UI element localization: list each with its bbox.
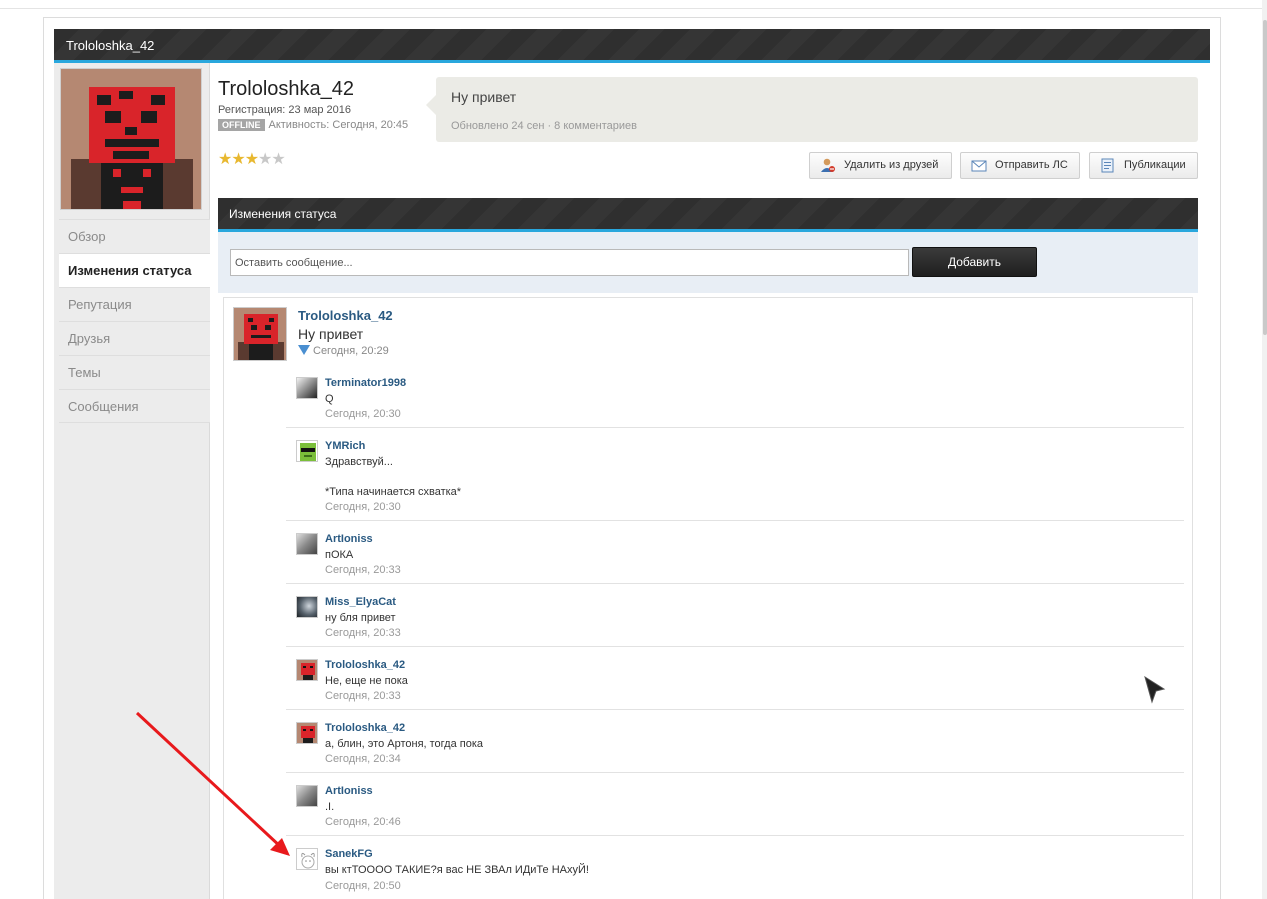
mouse-cursor-icon	[1144, 676, 1166, 704]
comment-author-link[interactable]: Terminator1998	[325, 377, 406, 389]
offline-badge: OFFLINE	[218, 119, 265, 131]
star-icon: ★	[231, 151, 245, 168]
status-feed: Trololoshka_42 Ну привет Сегодня, 20:29 …	[223, 297, 1193, 899]
add-button[interactable]: Добавить	[912, 247, 1037, 277]
profile-avatar	[60, 68, 202, 210]
top-divider	[0, 8, 1267, 9]
comment-avatar[interactable]	[296, 533, 318, 555]
sidebar-item-reputation[interactable]: Репутация	[59, 287, 210, 321]
comment-text: Здравствуй... *Типа начинается схватка*	[325, 456, 462, 498]
comment-text: Не, еще не пока	[325, 675, 408, 687]
comment-time: Сегодня, 20:33	[325, 627, 401, 639]
sidebar-item-overview[interactable]: Обзор	[59, 219, 210, 253]
page-scrollbar-thumb[interactable]	[1263, 20, 1267, 335]
comment-author-link[interactable]: Miss_ElyaCat	[325, 596, 396, 608]
comment-avatar[interactable]	[296, 377, 318, 399]
comment-text: Q	[325, 393, 334, 405]
comment-time: Сегодня, 20:46	[325, 816, 401, 828]
remove-friend-button[interactable]: Удалить из друзей	[809, 152, 952, 179]
user-remove-icon	[821, 158, 835, 172]
status-text: Ну привет	[451, 89, 517, 105]
publications-label: Публикации	[1124, 159, 1186, 171]
current-status: Ну привет Обновлено 24 сен · 8 комментар…	[426, 77, 1198, 142]
remove-friend-label: Удалить из друзей	[844, 159, 939, 171]
rating-stars[interactable]: ★★★★★	[218, 149, 286, 169]
comment-item: ArtIoniss .I. Сегодня, 20:46	[286, 773, 1184, 836]
section-title: Изменения статуса	[229, 207, 337, 221]
status-meta[interactable]: Обновлено 24 сен · 8 комментариев	[451, 120, 637, 132]
activity-line: OFFLINE Активность: Сегодня, 20:45	[218, 119, 408, 131]
star-icon: ★	[244, 151, 259, 168]
comment-list: Terminator1998 Q Сегодня, 20:30 YMRich З…	[286, 365, 1184, 899]
profile-username: Trololoshka_42	[218, 78, 355, 100]
comment-text: ну бля привет	[325, 612, 396, 624]
comment-item: YMRich Здравствуй... *Типа начинается сх…	[286, 428, 1184, 521]
sidebar-item-messages[interactable]: Сообщения	[59, 389, 210, 423]
send-pm-label: Отправить ЛС	[995, 159, 1068, 171]
star-icon: ★	[258, 151, 272, 168]
sidebar-item-topics[interactable]: Темы	[59, 355, 210, 389]
comment-time: Сегодня, 20:50	[325, 880, 401, 892]
comment-avatar[interactable]	[296, 659, 318, 681]
post-timestamp: Сегодня, 20:29	[313, 345, 389, 357]
comment-time: Сегодня, 20:30	[325, 501, 401, 513]
comment-time: Сегодня, 20:30	[325, 408, 401, 420]
comment-text: а, блин, это Артоня, тогда пока	[325, 738, 484, 750]
comment-author-link[interactable]: YMRich	[325, 440, 365, 452]
envelope-icon	[971, 160, 987, 172]
comment-item: Miss_ElyaCat ну бля привет Сегодня, 20:3…	[286, 584, 1184, 647]
message-input[interactable]	[230, 249, 909, 276]
publications-button[interactable]: Публикации	[1089, 152, 1198, 179]
comment-item: ArtIoniss пОКА Сегодня, 20:33	[286, 521, 1184, 584]
comment-author-link[interactable]: Trololoshka_42	[325, 659, 405, 671]
comment-time: Сегодня, 20:33	[325, 690, 401, 702]
comment-time: Сегодня, 20:33	[325, 564, 401, 576]
comment-text: пОКА	[325, 549, 354, 561]
star-icon: ★	[271, 151, 285, 168]
registration-date: Регистрация: 23 мар 2016	[218, 104, 352, 116]
comment-avatar[interactable]	[296, 596, 318, 618]
last-activity: Активность: Сегодня, 20:45	[268, 119, 409, 131]
profile-main: Trololoshka_42 Регистрация: 23 мар 2016 …	[210, 63, 1210, 899]
comment-item: Terminator1998 Q Сегодня, 20:30	[286, 365, 1184, 428]
profile-header-bar: Trololoshka_42	[54, 29, 1210, 63]
sidebar-item-friends[interactable]: Друзья	[59, 321, 210, 355]
post-author-link[interactable]: Trololoshka_42	[298, 308, 393, 323]
comment-text: вы ктТОООО ТАКИЕ?я вас НЕ ЗВАл ИДиТе НАх…	[325, 864, 589, 876]
header-title: Trololoshka_42	[66, 38, 155, 53]
comment-author-link[interactable]: ArtIoniss	[325, 785, 373, 797]
document-icon	[1101, 158, 1114, 173]
post-avatar[interactable]	[233, 307, 287, 361]
post-text: Ну привет	[298, 326, 364, 342]
profile-sidebar: Обзор Изменения статуса Репутация Друзья…	[54, 63, 210, 899]
comment-author-link[interactable]: SanekFG	[325, 848, 373, 860]
comment-avatar[interactable]	[296, 440, 318, 462]
profile-nav: Обзор Изменения статуса Репутация Друзья…	[59, 219, 210, 423]
sidebar-item-status-changes[interactable]: Изменения статуса	[59, 253, 210, 287]
comment-item: Trololoshka_42 Не, еще не пока Сегодня, …	[286, 647, 1184, 710]
comment-avatar[interactable]	[296, 848, 318, 870]
compose-area: Добавить	[218, 232, 1198, 293]
collapse-triangle-icon[interactable]	[298, 345, 310, 355]
status-section-header: Изменения статуса	[218, 198, 1198, 232]
post-time: Сегодня, 20:29	[298, 345, 389, 357]
send-pm-button[interactable]: Отправить ЛС	[960, 152, 1080, 179]
comment-time: Сегодня, 20:34	[325, 753, 401, 765]
star-icon: ★	[218, 151, 232, 168]
comment-item: Trololoshka_42 а, блин, это Артоня, тогд…	[286, 710, 1184, 773]
comment-text: .I.	[325, 801, 335, 813]
comment-author-link[interactable]: ArtIoniss	[325, 533, 373, 545]
comment-avatar[interactable]	[296, 785, 318, 807]
comment-item: SanekFG вы ктТОООО ТАКИЕ?я вас НЕ ЗВАл И…	[286, 836, 1184, 899]
comment-avatar[interactable]	[296, 722, 318, 744]
comment-author-link[interactable]: Trololoshka_42	[325, 722, 405, 734]
